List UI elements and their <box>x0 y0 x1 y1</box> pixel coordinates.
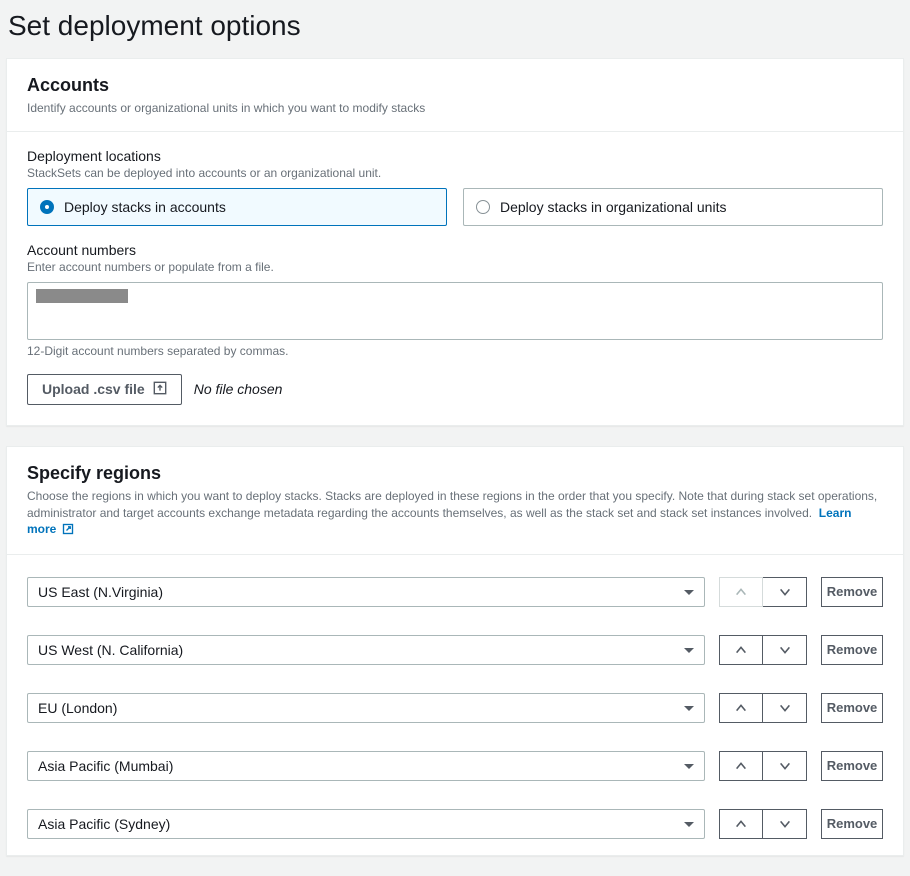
deploy-locations-hint: StackSets can be deployed into accounts … <box>27 166 883 180</box>
move-up-button[interactable] <box>719 809 763 839</box>
accounts-desc: Identify accounts or organizational unit… <box>27 100 883 117</box>
radio-icon <box>476 200 490 214</box>
move-up-button[interactable] <box>719 693 763 723</box>
move-up-button <box>719 577 763 607</box>
accounts-panel: Accounts Identify accounts or organizati… <box>6 58 904 426</box>
region-select[interactable]: EU (London) <box>27 693 705 723</box>
remove-button[interactable]: Remove <box>821 635 883 665</box>
radio-deploy-ous[interactable]: Deploy stacks in organizational units <box>463 188 883 226</box>
chevron-down-icon <box>684 706 694 711</box>
reorder-buttons <box>719 809 807 839</box>
region-row: EU (London) Remove <box>27 693 883 723</box>
regions-panel: Specify regions Choose the regions in wh… <box>6 446 904 856</box>
regions-header: Specify regions Choose the regions in wh… <box>7 447 903 555</box>
accounts-header: Accounts Identify accounts or organizati… <box>7 59 903 132</box>
reorder-buttons <box>719 693 807 723</box>
move-down-button[interactable] <box>763 635 807 665</box>
region-row: Asia Pacific (Mumbai) Remove <box>27 751 883 781</box>
regions-title: Specify regions <box>27 463 883 484</box>
move-down-button[interactable] <box>763 751 807 781</box>
regions-desc: Choose the regions in which you want to … <box>27 488 883 540</box>
remove-button[interactable]: Remove <box>821 809 883 839</box>
chevron-down-icon <box>684 590 694 595</box>
reorder-buttons <box>719 751 807 781</box>
upload-csv-label: Upload .csv file <box>42 381 145 397</box>
radio-deploy-accounts[interactable]: Deploy stacks in accounts <box>27 188 447 226</box>
region-row: US West (N. California) Remove <box>27 635 883 665</box>
chevron-down-icon <box>684 648 694 653</box>
remove-button[interactable]: Remove <box>821 693 883 723</box>
deploy-locations-label: Deployment locations <box>27 148 883 164</box>
reorder-buttons <box>719 577 807 607</box>
regions-list: US East (N.Virginia)RemoveUS West (N. Ca… <box>7 555 903 855</box>
upload-icon <box>153 381 167 398</box>
redacted-value <box>36 289 128 303</box>
region-select[interactable]: Asia Pacific (Sydney) <box>27 809 705 839</box>
region-select-label: US East (N.Virginia) <box>38 584 163 600</box>
move-up-button[interactable] <box>719 751 763 781</box>
region-select-label: Asia Pacific (Sydney) <box>38 816 170 832</box>
chevron-down-icon <box>684 764 694 769</box>
remove-button[interactable]: Remove <box>821 751 883 781</box>
radio-deploy-accounts-label: Deploy stacks in accounts <box>64 199 226 215</box>
page-title: Set deployment options <box>0 0 910 58</box>
chevron-down-icon <box>684 822 694 827</box>
region-select-label: US West (N. California) <box>38 642 183 658</box>
upload-csv-button[interactable]: Upload .csv file <box>27 374 182 405</box>
reorder-buttons <box>719 635 807 665</box>
region-select-label: Asia Pacific (Mumbai) <box>38 758 173 774</box>
region-select[interactable]: US East (N.Virginia) <box>27 577 705 607</box>
accounts-title: Accounts <box>27 75 883 96</box>
move-down-button[interactable] <box>763 693 807 723</box>
remove-button[interactable]: Remove <box>821 577 883 607</box>
account-numbers-input[interactable] <box>27 282 883 340</box>
region-select[interactable]: US West (N. California) <box>27 635 705 665</box>
radio-deploy-ous-label: Deploy stacks in organizational units <box>500 199 726 215</box>
region-select[interactable]: Asia Pacific (Mumbai) <box>27 751 705 781</box>
region-select-label: EU (London) <box>38 700 117 716</box>
no-file-chosen: No file chosen <box>194 381 283 397</box>
account-numbers-hint: Enter account numbers or populate from a… <box>27 260 883 274</box>
radio-icon <box>40 200 54 214</box>
region-row: US East (N.Virginia) Remove <box>27 577 883 607</box>
region-row: Asia Pacific (Sydney) Remove <box>27 809 883 839</box>
external-link-icon <box>62 523 74 540</box>
account-numbers-below-hint: 12-Digit account numbers separated by co… <box>27 344 883 358</box>
account-numbers-label: Account numbers <box>27 242 883 258</box>
move-up-button[interactable] <box>719 635 763 665</box>
move-down-button[interactable] <box>763 577 807 607</box>
move-down-button[interactable] <box>763 809 807 839</box>
